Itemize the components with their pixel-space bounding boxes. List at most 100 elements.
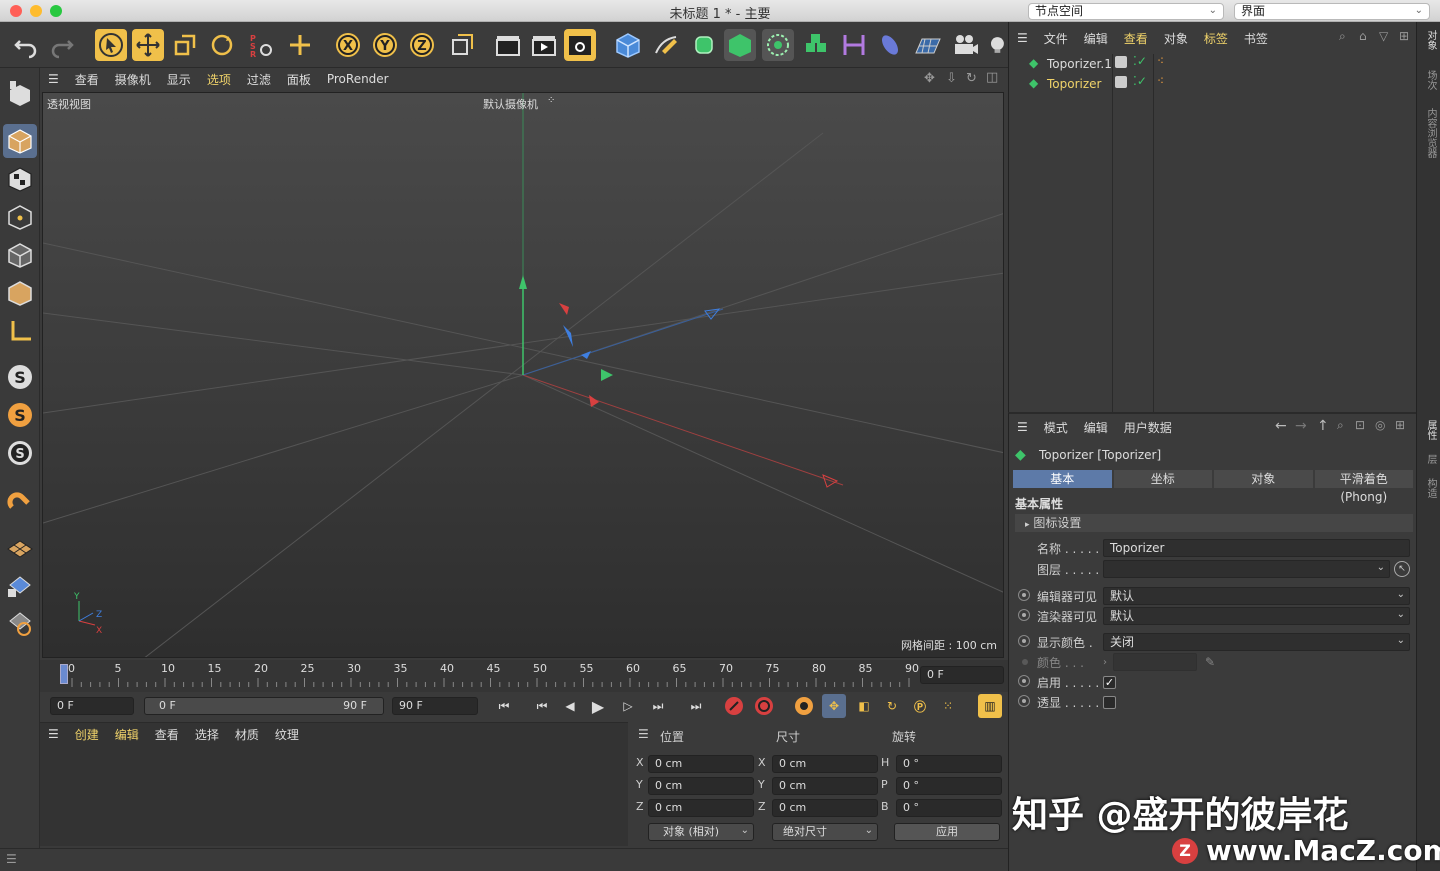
workplane-button[interactable] <box>3 530 37 564</box>
select-tool-button[interactable] <box>95 29 127 61</box>
make-editable-button[interactable] <box>3 76 37 110</box>
menu-file[interactable]: 文件 <box>1036 30 1076 47</box>
rotation-key-button[interactable]: ↻ <box>880 694 904 718</box>
icon-settings-group[interactable]: ▸ 图标设置 <box>1015 514 1413 532</box>
zoom-window-button[interactable] <box>50 5 62 17</box>
enabled-check-icon[interactable]: ⁚✓ <box>1133 54 1147 68</box>
new-window-icon[interactable]: ⊞ <box>1399 29 1409 43</box>
menu-view[interactable]: 查看 <box>67 71 107 88</box>
material-hamburger-icon[interactable]: ☰ <box>40 727 67 741</box>
new-window-icon[interactable]: ⊞ <box>1395 418 1405 432</box>
start-frame-field[interactable]: 0 F <box>50 697 134 715</box>
tab-basic[interactable]: 基本 <box>1013 470 1112 488</box>
color-swatch[interactable] <box>1113 653 1197 671</box>
generator-button[interactable] <box>724 29 756 61</box>
filter-icon[interactable]: ▽ <box>1379 29 1388 43</box>
scale-key-button[interactable]: ◧ <box>852 694 876 718</box>
size-y-field[interactable]: 0 cm <box>772 777 878 795</box>
attribute-hamburger-icon[interactable]: ☰ <box>1009 420 1036 434</box>
tag-icon[interactable]: ⁖ <box>1157 54 1164 68</box>
go-to-end-button[interactable]: ⏭ <box>684 694 708 718</box>
render-picture-viewer-button[interactable] <box>528 29 560 61</box>
keyframe-selection-button[interactable] <box>792 694 816 718</box>
planar-workplane-button[interactable] <box>3 606 37 640</box>
scale-tool-button[interactable] <box>169 29 201 61</box>
rotation-b-field[interactable]: 0 ° <box>896 799 1002 817</box>
search-icon[interactable]: ⌕ <box>1337 418 1344 433</box>
menu-filter[interactable]: 过滤 <box>239 71 279 88</box>
previous-frame-button[interactable]: ◀ <box>558 694 582 718</box>
object-row[interactable]: ◆ Toporizer ⁚✓ ⁖ <box>1009 74 1417 94</box>
coordinate-system-button[interactable] <box>446 29 478 61</box>
pen-spline-button[interactable] <box>650 29 682 61</box>
coords-hamburger-icon[interactable]: ☰ <box>638 727 649 741</box>
enable-checkbox[interactable]: ✓ <box>1103 675 1116 689</box>
menu-panel[interactable]: 面板 <box>279 71 319 88</box>
tag-icon[interactable]: ⁖ <box>1157 74 1164 88</box>
menu-mode[interactable]: 模式 <box>1036 419 1076 436</box>
menu-edit-objects[interactable]: 编辑 <box>1076 30 1116 47</box>
home-icon[interactable]: ⌂ <box>1359 29 1367 43</box>
animate-radio[interactable] <box>1018 695 1030 707</box>
status-hamburger-icon[interactable]: ☰ <box>6 852 17 866</box>
timeline-ruler[interactable]: 0 5 10 15 20 25 30 35 40 45 50 55 60 65 70 75 80 85 90 0 F <box>40 660 1008 692</box>
floor-button[interactable] <box>912 29 944 61</box>
y-rot-handle[interactable] <box>601 369 613 381</box>
tab-object[interactable]: 对象 <box>1214 470 1313 488</box>
viewport-rotate-icon[interactable]: ↻ <box>966 71 977 86</box>
position-key-button[interactable]: ✥ <box>822 694 846 718</box>
parameter-key-button[interactable]: Ⓟ <box>908 694 932 718</box>
side-tab-layers[interactable]: 层 <box>1423 454 1438 464</box>
go-to-start-button[interactable]: ⏮ <box>492 694 516 718</box>
size-x-field[interactable]: 0 cm <box>772 755 878 773</box>
coords-mode-select[interactable]: 对象 (相对) ⌄ <box>648 823 754 841</box>
rotation-h-field[interactable]: 0 ° <box>896 755 1002 773</box>
render-view-button[interactable] <box>492 29 524 61</box>
viewport-maximize-icon[interactable]: ◫ <box>986 70 998 85</box>
locked-workplane-button[interactable] <box>3 568 37 602</box>
y-axis-handle[interactable] <box>519 275 527 289</box>
animate-radio[interactable] <box>1018 635 1030 647</box>
side-tab-structure[interactable]: 构造 <box>1423 478 1438 498</box>
axis-mode-button[interactable] <box>3 314 37 348</box>
timeline-window-button[interactable]: ▥ <box>978 694 1002 718</box>
target-icon[interactable]: ◎ <box>1375 418 1385 432</box>
perspective-viewport[interactable]: Y X Z 透视视图 默认摄像机 ⁘ 网格间距 : 100 cm <box>42 92 1004 658</box>
layer-picker-icon[interactable]: ↖ <box>1394 561 1410 577</box>
workplane-snap-button[interactable]: S <box>3 436 37 470</box>
menu-material[interactable]: 材质 <box>227 726 267 743</box>
play-button[interactable]: ▶ <box>586 694 610 718</box>
side-tab-takes[interactable]: 场次 <box>1423 70 1438 90</box>
node-space-select[interactable]: 节点空间 ⌄ <box>1028 3 1224 20</box>
point-mode-button[interactable] <box>3 200 37 234</box>
viewport-dolly-icon[interactable]: ⇩ <box>946 71 957 86</box>
object-hamburger-icon[interactable]: ☰ <box>1009 31 1036 45</box>
layout-select[interactable]: 界面 ⌄ <box>1234 3 1430 20</box>
field-button[interactable] <box>874 29 906 61</box>
apply-button[interactable]: 应用 <box>894 823 1000 841</box>
deformer-button[interactable] <box>838 29 870 61</box>
x-axis-lock-button[interactable]: X <box>332 29 364 61</box>
layer-icon[interactable] <box>1115 56 1127 68</box>
snap-settings-button[interactable]: S <box>3 398 37 432</box>
z-axis-lock-button[interactable]: Z <box>406 29 438 61</box>
minimize-window-button[interactable] <box>30 5 42 17</box>
menu-edit[interactable]: 编辑 <box>107 726 147 743</box>
texture-mode-button[interactable] <box>3 162 37 196</box>
menu-objects[interactable]: 对象 <box>1156 30 1196 47</box>
redo-button[interactable] <box>46 29 78 61</box>
snap-button[interactable]: S <box>3 360 37 394</box>
animate-radio[interactable] <box>1018 589 1030 601</box>
menu-create[interactable]: 创建 <box>67 726 107 743</box>
side-tab-content-browser[interactable]: 内容浏览器 <box>1423 108 1438 158</box>
rotate-tool-button[interactable] <box>206 29 238 61</box>
mograph-button[interactable] <box>800 29 832 61</box>
render-settings-button[interactable] <box>564 29 596 61</box>
add-tool-button[interactable] <box>284 29 316 61</box>
xray-checkbox[interactable] <box>1103 695 1116 709</box>
polygon-mode-button[interactable] <box>3 276 37 310</box>
preview-range-slider[interactable]: 0 F 90 F <box>144 697 384 715</box>
camera-object-button[interactable] <box>950 29 982 61</box>
menu-view-objects[interactable]: 查看 <box>1116 30 1156 47</box>
timeline-playhead[interactable] <box>60 664 68 684</box>
